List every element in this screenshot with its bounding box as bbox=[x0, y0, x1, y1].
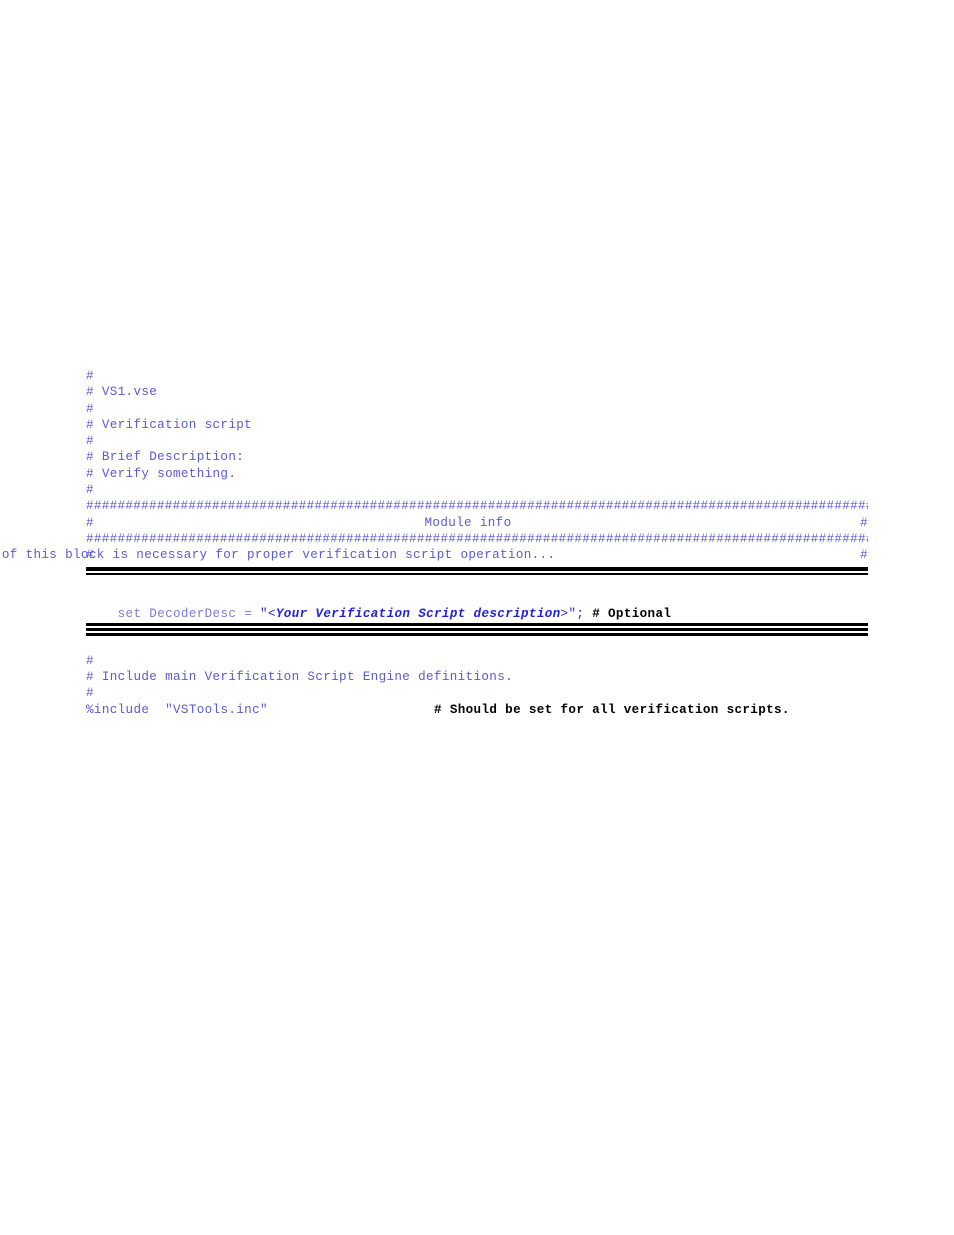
hash-marker-left: # bbox=[86, 515, 94, 530]
comment-line: # bbox=[86, 369, 94, 383]
comment-line: # bbox=[86, 434, 94, 449]
hash-marker-right: # bbox=[860, 515, 868, 530]
module-info-title: Module info bbox=[424, 515, 512, 530]
comment-line-description: # Verification script bbox=[86, 417, 253, 432]
comment-optional: # Optional bbox=[592, 606, 672, 621]
include-directive-wrap: %include "VSTools.inc" bbox=[86, 702, 434, 718]
decoder-desc-statement: set DecoderDesc = "<Your Verification Sc… bbox=[86, 590, 868, 621]
module-info-banner: ########################################… bbox=[2, 498, 868, 563]
include-directive: %include bbox=[86, 702, 150, 717]
variable-decoderdesc: DecoderDesc bbox=[149, 606, 237, 621]
separator-rule-mid bbox=[86, 622, 868, 636]
hash-rule-top: ########################################… bbox=[86, 499, 868, 514]
comment-line-include-description: # Include main Verification Script Engin… bbox=[86, 670, 514, 685]
comment-line-brief-label: # Brief Description: bbox=[86, 450, 245, 465]
comment-line-brief-text: # Verify something. bbox=[86, 466, 237, 481]
assign-operator: = bbox=[244, 606, 253, 621]
hash-marker-right: # bbox=[860, 548, 868, 563]
module-info-note-text: Filling of this block is necessary for p… bbox=[0, 548, 556, 563]
comment-line: # bbox=[86, 483, 94, 498]
comment-should-be-set: # Should be set for all verification scr… bbox=[434, 702, 790, 717]
placeholder-description: Your Verification Script description bbox=[275, 606, 561, 621]
include-directive-line: %include "VSTools.inc" # Should be set fo… bbox=[86, 702, 868, 718]
comment-line: # bbox=[86, 653, 94, 668]
module-info-note-line: # Filling of this block is necessary for… bbox=[2, 547, 868, 563]
comment-line: # bbox=[86, 401, 94, 416]
hash-rule-bottom: ########################################… bbox=[86, 531, 868, 546]
comment-line-filename: # VS1.vse bbox=[86, 385, 158, 400]
include-block: # # Include main Verification Script Eng… bbox=[86, 653, 868, 718]
string-quote-close: >"; bbox=[560, 606, 585, 621]
include-file: "VSTools.inc" bbox=[165, 702, 268, 717]
file-header-comment-block: # # VS1.vse # # Verification script # # … bbox=[86, 368, 868, 498]
module-info-title-line: # Module info # bbox=[86, 515, 868, 531]
source-code-listing: # # VS1.vse # # Verification script # # … bbox=[2, 368, 868, 718]
separator-rule-top bbox=[86, 566, 868, 575]
keyword-set: set bbox=[117, 606, 142, 621]
string-quote-open: "< bbox=[260, 606, 276, 621]
comment-line: # bbox=[86, 686, 94, 701]
